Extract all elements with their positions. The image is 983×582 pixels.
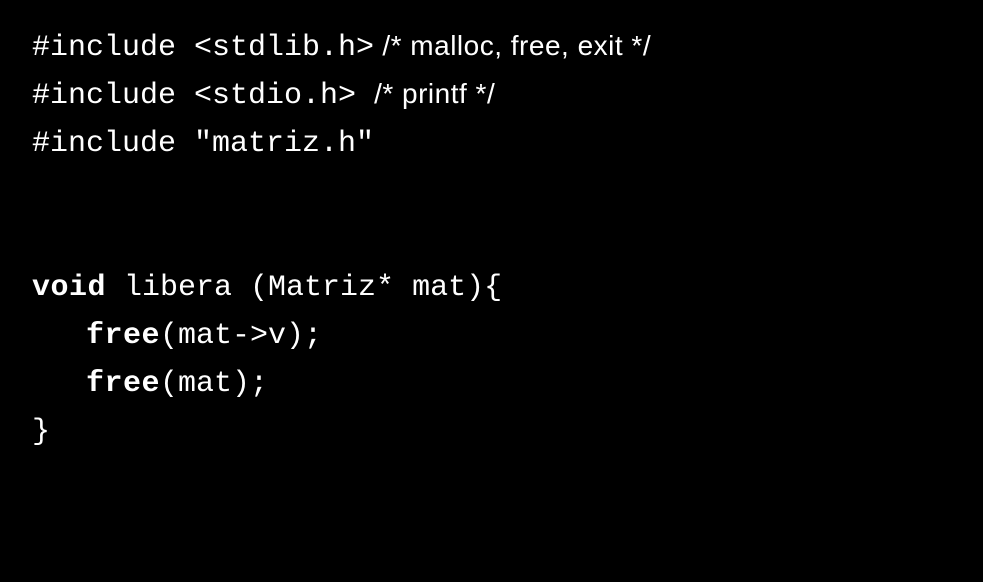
code-text: #include <stdlib.h>	[32, 31, 374, 65]
indent	[32, 367, 86, 401]
code-text: #include <stdio.h>	[32, 79, 374, 113]
code-text: (mat);	[160, 367, 268, 401]
code-line-free-mat: free(mat);	[32, 360, 951, 408]
code-line-fn-sig: void libera (Matriz* mat){	[32, 264, 951, 312]
keyword-free: free	[86, 319, 160, 353]
indent	[32, 319, 86, 353]
code-text: (mat->v);	[160, 319, 322, 353]
blank-line	[32, 216, 951, 264]
code-line-close-brace: }	[32, 408, 951, 456]
blank-line	[32, 168, 951, 216]
code-line-include-matriz: #include "matriz.h"	[32, 120, 951, 168]
code-text: }	[32, 415, 50, 449]
code-text: libera (Matriz* mat){	[106, 271, 502, 305]
code-comment: /* printf */	[374, 78, 495, 109]
code-line-include-stdlib: #include <stdlib.h> /* malloc, free, exi…	[32, 24, 951, 72]
code-text: #include "matriz.h"	[32, 127, 374, 161]
keyword-free: free	[86, 367, 160, 401]
keyword-void: void	[32, 271, 106, 305]
code-line-free-v: free(mat->v);	[32, 312, 951, 360]
code-line-include-stdio: #include <stdio.h> /* printf */	[32, 72, 951, 120]
code-comment: /* malloc, free, exit */	[374, 30, 651, 61]
